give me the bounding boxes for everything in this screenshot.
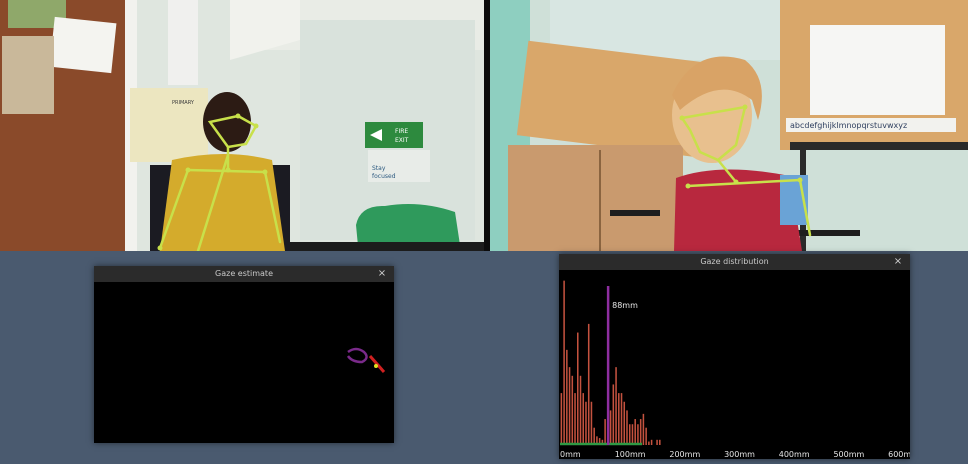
gaze-estimate-canvas	[94, 282, 394, 443]
histogram-bar	[639, 419, 642, 445]
histogram-bar	[631, 424, 634, 445]
histogram-bar	[634, 419, 636, 445]
gaze-distribution-titlebar[interactable]: Gaze distribution ×	[559, 254, 910, 270]
gaze-distribution-canvas: 88mm 0mm 100mm 200mm 300mm 400mm 500mm 600mm	[559, 270, 919, 459]
histogram-bar	[560, 393, 563, 445]
gaze-estimate-close-button[interactable]: ×	[376, 266, 388, 282]
gaze-estimate-title: Gaze estimate	[215, 269, 273, 278]
histogram-bar	[582, 393, 585, 445]
histogram-x-tick-label: 100mm	[615, 450, 646, 459]
poster-primary-text: PRIMARY	[172, 100, 195, 106]
histogram-x-tick-label: 200mm	[669, 450, 700, 459]
gaze-estimate-trace	[346, 347, 368, 364]
histogram-bar	[637, 424, 639, 445]
whiteboard	[810, 25, 945, 115]
gaze-estimate-titlebar[interactable]: Gaze estimate ×	[94, 266, 394, 282]
gaze-distribution-title: Gaze distribution	[700, 257, 769, 266]
histogram-bar	[587, 323, 590, 445]
histogram-bar	[612, 384, 615, 445]
histogram-bar	[585, 401, 587, 445]
histogram-bar	[579, 375, 582, 445]
histogram-bar	[568, 367, 571, 445]
histogram-x-tick-label: 500mm	[833, 450, 864, 459]
histogram-bar	[626, 410, 628, 445]
poster-focused-text: focused	[372, 173, 396, 180]
gaze-distribution-chart: 88mm 0mm 100mm 200mm 300mm 400mm 500mm 600mm	[560, 280, 919, 459]
histogram-bar	[645, 427, 647, 445]
histogram-bar	[563, 280, 565, 445]
histogram-bar	[609, 410, 612, 445]
histogram-bar	[648, 441, 650, 445]
gaze-distribution-close-button[interactable]: ×	[892, 254, 904, 270]
gaze-estimate-vector	[368, 355, 386, 373]
histogram-mean-label: 88mm	[612, 301, 638, 310]
poster-stay-text: Stay	[372, 165, 386, 172]
histogram-x-tick-label: 600mm	[888, 450, 910, 459]
histogram-bar	[659, 439, 661, 445]
histogram-bar	[574, 393, 576, 445]
histogram-bar	[566, 349, 568, 445]
fire-exit-sign-line1: FIRE	[395, 128, 408, 135]
histogram-bar	[642, 413, 645, 445]
histogram-bar	[620, 393, 623, 445]
histogram-x-tick-label: 400mm	[779, 450, 810, 459]
histogram-bar	[593, 427, 595, 445]
histogram-bar	[650, 439, 653, 445]
gaze-distribution-window[interactable]: Gaze distribution × 88mm 0mm 100mm 200mm 300…	[559, 254, 919, 459]
gaze-estimate-point	[374, 364, 378, 368]
camera-feed-right: abcdefghijklmnopqrstuvwxyz	[490, 0, 968, 251]
histogram-x-tick-label: 300mm	[724, 450, 755, 459]
histogram-bar	[615, 367, 617, 445]
histogram-bar	[628, 424, 631, 445]
gaze-estimate-window[interactable]: Gaze estimate ×	[94, 266, 394, 443]
histogram-bar	[623, 401, 626, 445]
histogram-bar	[656, 439, 658, 445]
histogram-bar	[590, 401, 593, 445]
histogram-bar	[604, 419, 606, 445]
histogram-x-tick-label: 0mm	[560, 450, 581, 459]
camera-feed-left: FIRE EXIT Stay focused PRIMARY	[0, 0, 484, 251]
histogram-bar	[571, 375, 574, 445]
histogram-bar	[577, 332, 579, 445]
histogram-bar	[618, 393, 620, 445]
alphabet-strip-text: abcdefghijklmnopqrstuvwxyz	[790, 121, 907, 130]
fire-exit-sign-line2: EXIT	[395, 137, 409, 144]
